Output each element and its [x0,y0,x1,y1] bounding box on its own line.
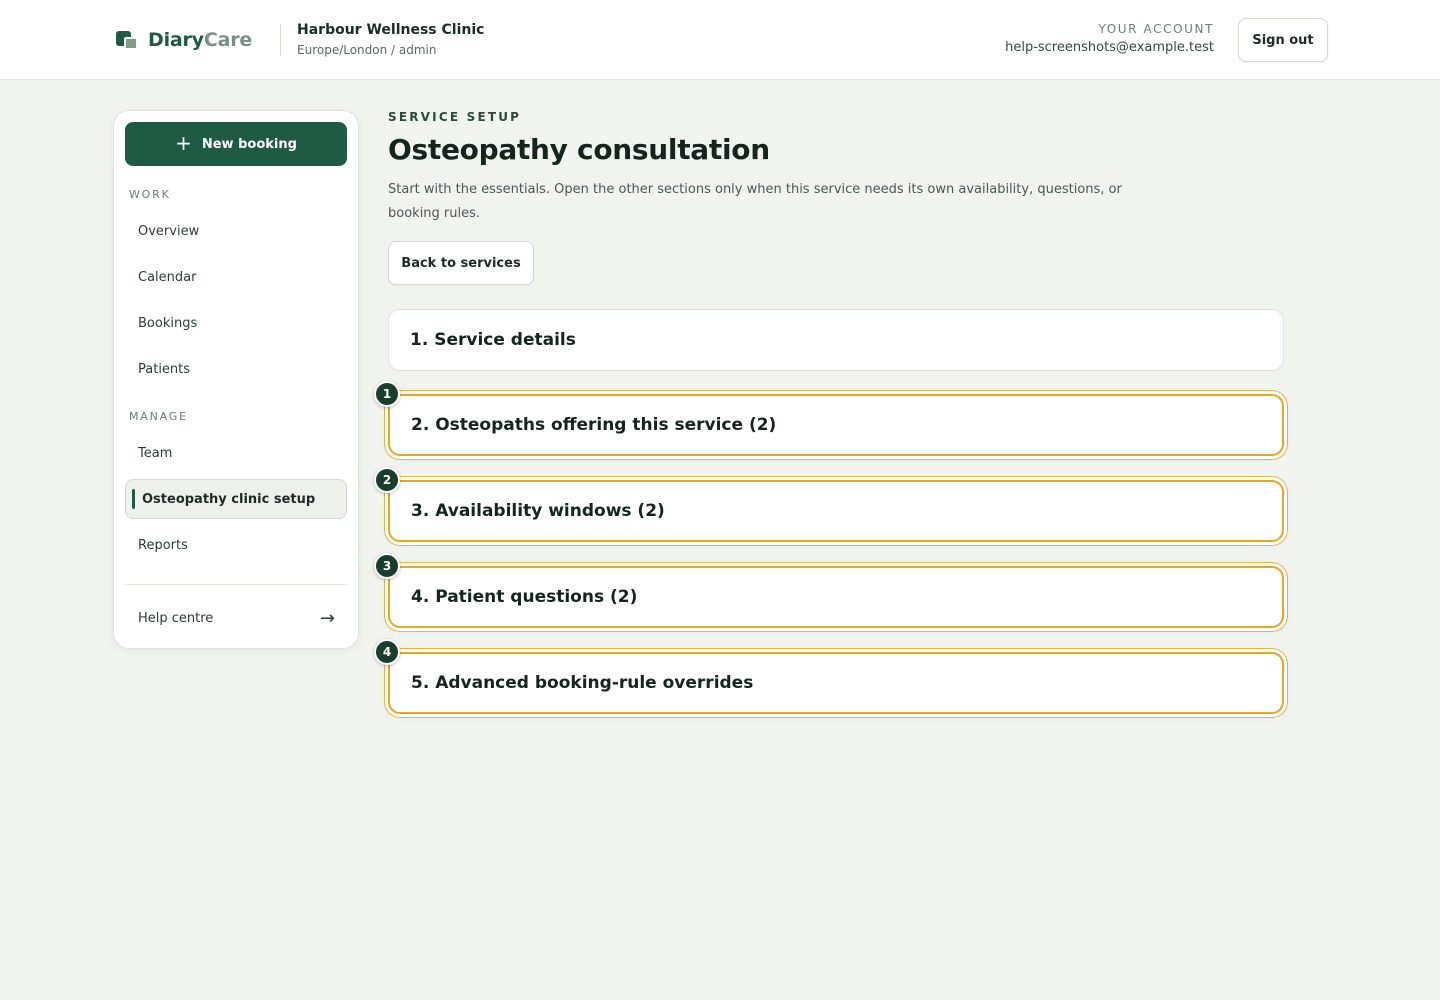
help-centre-link[interactable]: Help centre → [125,598,347,638]
clinic-name: Harbour Wellness Clinic [297,22,485,38]
header-divider [280,24,281,56]
sign-out-button[interactable]: Sign out [1238,18,1328,62]
top-bar: DiaryCare Harbour Wellness Clinic Europe… [0,0,1440,80]
diarycare-logo-icon [116,29,140,51]
sidebar-item-reports[interactable]: Reports [125,525,347,565]
sidebar-item-team[interactable]: Team [125,433,347,473]
sidebar-item-calendar[interactable]: Calendar [125,257,347,297]
section-label: 1. Service details [410,330,576,350]
section-advanced-booking-rules[interactable]: 5. Advanced booking-rule overrides [388,652,1284,714]
brand-logo-link[interactable]: DiaryCare [116,28,252,52]
sidebar: + New booking WORK Overview Calendar Boo… [113,110,359,649]
sidebar-item-overview[interactable]: Overview [125,211,347,251]
plus-icon: + [175,131,192,155]
account-email: help-screenshots@example.test [1005,40,1214,55]
section-patient-questions[interactable]: 4. Patient questions (2) [388,566,1284,628]
nav-section-work: WORK [129,188,171,201]
new-booking-label: New booking [201,136,297,152]
section-service-details[interactable]: 1. Service details [388,309,1284,371]
sidebar-item-osteopathy-clinic-setup[interactable]: Osteopathy clinic setup [125,479,347,519]
back-to-services-button[interactable]: Back to services [388,241,534,285]
active-indicator [132,489,135,509]
nav-section-manage: MANAGE [129,410,188,423]
sidebar-item-label: Reports [138,537,188,553]
account-info: YOUR ACCOUNT help-screenshots@example.te… [1005,22,1214,55]
page-title: Osteopathy consultation [388,133,770,166]
sidebar-divider [125,584,347,585]
arrow-right-icon: → [319,607,335,629]
section-osteopaths[interactable]: 2. Osteopaths offering this service (2) [388,394,1284,456]
sidebar-item-label: Patients [138,361,191,377]
callout-badge: 2 [374,467,400,493]
brand-name: DiaryCare [148,29,253,51]
section-label: 4. Patient questions (2) [411,587,638,607]
help-centre-label: Help centre [138,610,214,626]
section-label: 3. Availability windows (2) [411,501,665,521]
section-availability-windows[interactable]: 3. Availability windows (2) [388,480,1284,542]
clinic-timezone-role: Europe/London / admin [297,43,437,57]
sidebar-item-label: Osteopathy clinic setup [142,491,316,507]
sidebar-item-label: Team [138,445,173,461]
page-eyebrow: SERVICE SETUP [388,110,522,124]
account-label: YOUR ACCOUNT [1098,22,1214,36]
sidebar-item-patients[interactable]: Patients [125,349,347,389]
callout-badge: 3 [374,553,400,579]
section-label: 2. Osteopaths offering this service (2) [411,415,777,435]
sidebar-item-label: Bookings [138,315,198,331]
new-booking-button[interactable]: + New booking [125,122,347,166]
page-intro: Start with the essentials. Open the othe… [388,182,1122,221]
callout-badge: 4 [374,639,400,665]
section-label: 5. Advanced booking-rule overrides [411,673,754,693]
callout-badge: 1 [374,381,400,407]
sidebar-item-label: Calendar [138,269,197,285]
sidebar-item-bookings[interactable]: Bookings [125,303,347,343]
clinic-info: Harbour Wellness Clinic Europe/London / … [297,22,484,57]
sidebar-item-label: Overview [138,223,200,239]
